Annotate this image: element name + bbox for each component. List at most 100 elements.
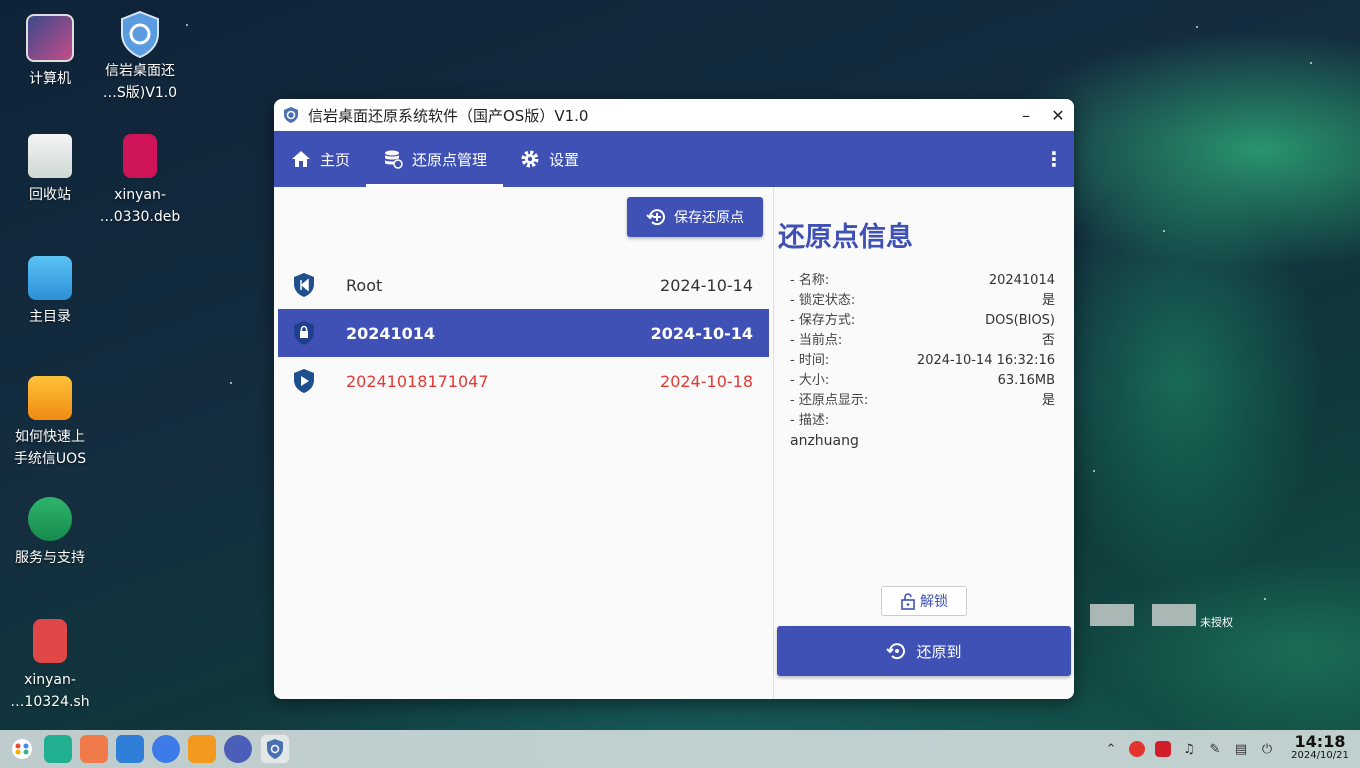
more-menu-button[interactable]: ⋮ [1034, 131, 1074, 187]
desktop-icon-home[interactable]: 主目录 [5, 256, 95, 328]
restore-point-name: 20241014 [346, 323, 436, 343]
browser-icon[interactable] [152, 735, 180, 763]
info-value: 是 [1041, 393, 1055, 408]
xinyan-restore-taskbar-icon[interactable] [260, 734, 290, 764]
desktop-icon-label: 手统信UOS [13, 451, 87, 467]
home-folder-icon [28, 256, 72, 300]
tab-settings[interactable]: 设置 [503, 131, 595, 187]
shell-script-icon [33, 619, 67, 663]
tab-restore-points-label: 还原点管理 [412, 150, 488, 169]
app-window: 信岩桌面还原系统软件（国产OS版）V1.0 – ✕ 主页 还原点管理 设置 ⋮ [274, 99, 1074, 699]
workspace-icon[interactable] [80, 735, 108, 763]
desktop-icon-uos-guide[interactable]: 如何快速上 手统信UOS [5, 376, 95, 470]
desktop-icon-label: xinyan- [114, 187, 166, 203]
info-key: - 保存方式: [790, 313, 856, 328]
restore-point-name: 20241018171047 [346, 371, 489, 391]
clock-time: 14:18 [1294, 732, 1346, 751]
restore-point-name: Root [346, 275, 383, 295]
desktop-icon-label: 信岩桌面还 [105, 63, 175, 79]
desktop-icon-label: xinyan- [24, 672, 76, 688]
restore-point-list: Root 2024-10-14 20241014 2024-10-14 2024… [278, 261, 769, 405]
app-logo-icon [282, 106, 300, 124]
desktop-icon-sh[interactable]: xinyan- …10324.sh [5, 619, 95, 713]
info-key: - 大小: [790, 373, 830, 388]
notification-icon[interactable]: ♫ [1176, 736, 1202, 762]
unlock-label: 解锁 [920, 594, 948, 610]
list-item[interactable]: 20241018171047 2024-10-18 [278, 357, 769, 405]
info-value: 2024-10-14 16:32:16 [916, 353, 1055, 368]
info-row-save-mode: - 保存方式: DOS(BIOS) [790, 311, 1055, 331]
unauthorized-label: 未授权 [1200, 616, 1233, 629]
multitask-view-icon[interactable] [44, 735, 72, 763]
info-row-current: - 当前点: 否 [790, 331, 1055, 351]
launcher-icon[interactable] [8, 735, 36, 763]
desktop-icon-xinyan-app[interactable]: 信岩桌面还 …S版)V1.0 [95, 10, 185, 104]
blurred-region [1152, 604, 1196, 626]
info-row-lock-status: - 锁定状态: 是 [790, 291, 1055, 311]
system-settings-icon[interactable] [224, 735, 252, 763]
info-field-list: - 名称: 20241014 - 锁定状态: 是 - 保存方式: DOS(BIOS) … [790, 271, 1055, 431]
info-value: 是 [1041, 293, 1055, 308]
restore-point-list-pane: 保存还原点 Root 2024-10-14 20241014 2024-10-1… [274, 187, 774, 699]
app-store-icon[interactable] [116, 735, 144, 763]
desktop-icon-trash[interactable]: 回收站 [5, 134, 95, 206]
computer-icon [26, 14, 74, 62]
tab-restore-points[interactable]: 还原点管理 [366, 131, 504, 187]
shield-icon [118, 10, 162, 59]
title-bar[interactable]: 信岩桌面还原系统软件（国产OS版）V1.0 – ✕ [274, 99, 1074, 131]
info-key: - 锁定状态: [790, 293, 856, 308]
debian-package-icon [123, 134, 157, 178]
lightbulb-icon [28, 376, 72, 420]
restore-point-date: 2024-10-18 [660, 371, 753, 391]
info-value: DOS(BIOS) [985, 313, 1055, 328]
save-restore-point-label: 保存还原点 [674, 210, 744, 226]
desktop-icon-label: 回收站 [29, 187, 71, 203]
list-item[interactable]: 20241014 2024-10-14 [278, 309, 769, 357]
desktop-icon-label: 主目录 [29, 309, 71, 325]
save-restore-point-button[interactable]: 保存还原点 [627, 197, 763, 237]
store-bag-icon[interactable] [188, 735, 216, 763]
device-manager-icon[interactable]: ▤ [1228, 736, 1254, 762]
desktop-icon-support[interactable]: 服务与支持 [5, 497, 95, 569]
power-icon[interactable]: ⏻ [1254, 736, 1280, 762]
info-key: - 描述: [790, 413, 830, 428]
restore-point-info-pane: 还原点信息 - 名称: 20241014 - 锁定状态: 是 - 保存方式: DOS(… [774, 187, 1074, 699]
restore-point-date: 2024-10-14 [650, 323, 753, 343]
info-key: - 时间: [790, 353, 830, 368]
chevron-up-icon[interactable]: ⌃ [1098, 736, 1124, 762]
desktop-icon-label: 服务与支持 [15, 550, 85, 566]
minimize-button[interactable]: – [1010, 99, 1042, 131]
restore-to-button[interactable]: 还原到 [777, 626, 1071, 676]
desktop-icon-label: …10324.sh [10, 694, 90, 710]
pen-icon[interactable]: ✎ [1202, 736, 1228, 762]
tab-home[interactable]: 主页 [274, 131, 366, 187]
clock[interactable]: 14:18 2024/10/21 [1280, 732, 1360, 763]
taskbar: ⌃ ♫ ✎ ▤ ⏻ 14:18 2024/10/21 [0, 730, 1360, 768]
info-description: anzhuang [790, 433, 859, 449]
desktop-icon-label: …S版)V1.0 [102, 85, 178, 101]
info-key: - 名称: [790, 273, 830, 288]
info-title: 还原点信息 [778, 222, 913, 253]
headset-icon [28, 497, 72, 541]
desktop-icon-label: 计算机 [29, 71, 71, 87]
shield-lock-icon [278, 320, 330, 346]
shield-play-icon [278, 368, 330, 394]
desktop-icon-computer[interactable]: 计算机 [5, 14, 95, 90]
desktop-icon-deb[interactable]: xinyan- …0330.deb [95, 134, 185, 228]
save-restore-icon [646, 209, 665, 226]
system-tray: ⌃ ♫ ✎ ▤ ⏻ 14:18 2024/10/21 [1098, 730, 1360, 768]
sogou-input-icon[interactable] [1124, 736, 1150, 762]
recycle-bin-icon [28, 134, 72, 178]
desktop-icon-label: …0330.deb [99, 209, 181, 225]
tab-home-label: 主页 [320, 150, 351, 169]
unlock-button[interactable]: 解锁 [881, 586, 967, 616]
shield-first-icon [278, 272, 330, 298]
blurred-region [1090, 604, 1134, 626]
gear-icon [519, 148, 541, 170]
close-button[interactable]: ✕ [1042, 99, 1074, 131]
home-icon [290, 148, 312, 170]
nav-bar: 主页 还原点管理 设置 ⋮ [274, 131, 1074, 187]
security-center-icon[interactable] [1150, 736, 1176, 762]
info-value: 否 [1041, 333, 1055, 348]
list-item[interactable]: Root 2024-10-14 [278, 261, 769, 309]
